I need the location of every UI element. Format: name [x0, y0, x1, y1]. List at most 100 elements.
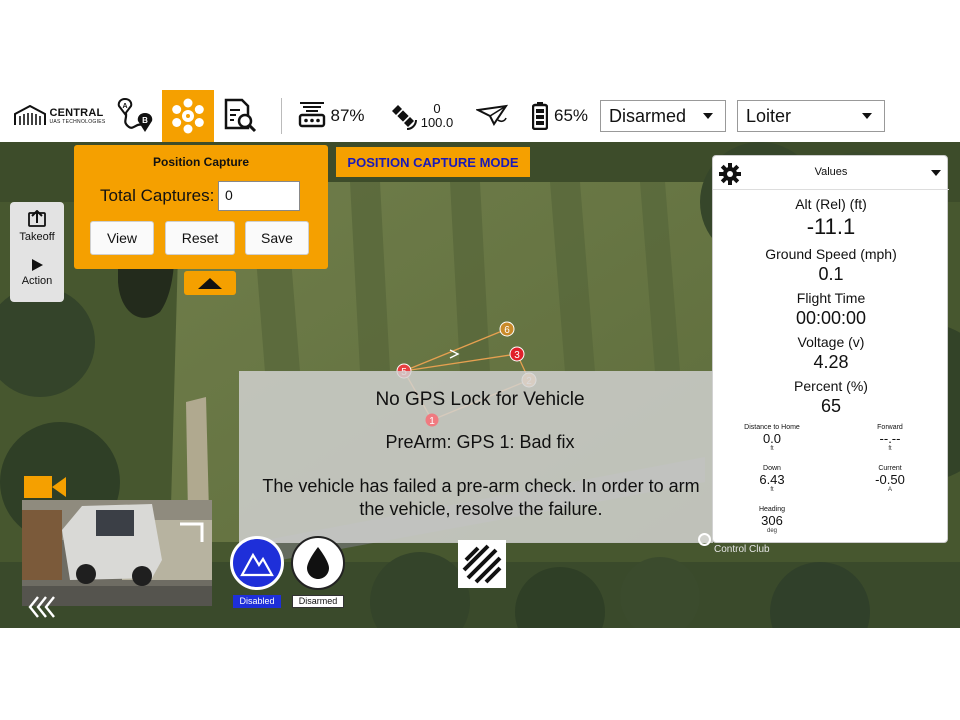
plan-route-button[interactable]: A B [112, 90, 158, 142]
gps-hdop: 100.0 [420, 115, 454, 130]
spray-status: Disarmed [292, 595, 344, 608]
mode-banner: POSITION CAPTURE MODE [336, 147, 530, 177]
logo-text: CENTRAL [49, 106, 104, 119]
heading-value: 306 [761, 513, 783, 528]
arm-state-value: Disarmed [609, 105, 687, 126]
drone-icon [172, 98, 204, 134]
total-captures-field[interactable]: 0 [218, 181, 300, 211]
map-pin-icon [698, 533, 711, 546]
down-distance: Down 6.43 ft [713, 465, 831, 494]
distance-value: 0.0 [762, 431, 782, 446]
toolbar-divider [281, 98, 282, 134]
terrain-status: Disabled [233, 595, 281, 608]
down-unit: ft [770, 487, 774, 493]
chevron-down-icon [862, 113, 872, 119]
water-drop-icon [307, 547, 329, 579]
paper-plane-icon [476, 104, 509, 126]
alt-value: -11.1 [806, 214, 856, 239]
gps-satellite-count: 0 [433, 101, 441, 116]
satellite-icon [391, 105, 417, 130]
company-logo: CENTRAL UAS TECHNOLOGIES [10, 90, 110, 142]
double-chevron-left-icon [28, 596, 55, 618]
terrain-follow-button[interactable] [230, 536, 284, 590]
top-toolbar: CENTRAL UAS TECHNOLOGIES A B 87% 0 100.0… [0, 90, 960, 142]
heading: Heading 306 deg [713, 506, 831, 535]
survey-pattern-button[interactable] [458, 540, 506, 588]
collapse-video-button[interactable] [26, 594, 58, 622]
rc-signal-indicator[interactable]: 87% [295, 90, 367, 142]
fly-tools-panel: Takeoff Action [10, 202, 64, 302]
voltage-value: 4.28 [813, 352, 849, 372]
waypoint-1[interactable]: 1 [425, 413, 439, 427]
signal-percent: 87% [330, 106, 365, 125]
gps-indicator[interactable]: 0 100.0 [384, 90, 458, 142]
battery-indicator[interactable]: 65% [527, 90, 593, 142]
message-prearm: PreArm: GPS 1: Bad fix [385, 432, 575, 452]
battery-icon [531, 102, 548, 130]
chevron-down-icon [703, 113, 713, 119]
hatch-pattern-icon [458, 540, 506, 588]
values-header[interactable]: Values [713, 156, 949, 190]
values-panel: Values Alt (Rel) (ft) -11.1 Ground Speed… [712, 155, 949, 543]
alt-label: Alt (Rel) (ft) [795, 196, 867, 212]
ground-speed-value: 0.1 [818, 264, 844, 284]
video-feed[interactable] [22, 500, 212, 606]
reset-button[interactable]: Reset [165, 221, 235, 255]
takeoff-icon [28, 209, 46, 227]
spray-button[interactable] [291, 536, 345, 590]
document-search-icon [224, 98, 257, 133]
ground-control-app: CENTRAL UAS TECHNOLOGIES A B 87% 0 100.0… [0, 90, 960, 628]
flight-mode-select[interactable]: Loiter [737, 100, 885, 132]
current: Current -0.50 A [831, 465, 949, 494]
svg-text:B: B [142, 116, 148, 125]
distance-unit: ft [770, 446, 774, 452]
logo-house-icon [14, 105, 47, 125]
takeoff-label: Takeoff [19, 231, 55, 243]
telemetry-indicator[interactable] [474, 90, 512, 142]
values-title: Values [814, 166, 848, 178]
capture-panel-title: Position Capture [152, 155, 249, 169]
view-button[interactable]: View [90, 221, 154, 255]
takeoff-button[interactable]: Takeoff [10, 209, 64, 243]
current-unit: A [887, 487, 892, 493]
flight-mode-value: Loiter [746, 105, 792, 126]
position-capture-button[interactable] [162, 90, 214, 142]
save-button[interactable]: Save [245, 221, 309, 255]
radio-signal-icon [299, 102, 326, 128]
forward-unit: ft [888, 446, 892, 452]
percent-label: Percent (%) [794, 378, 868, 394]
arm-state-select[interactable]: Disarmed [600, 100, 726, 132]
flight-time-value: 00:00:00 [795, 308, 867, 328]
message-prearm-detail: The vehicle has failed a pre-arm check. … [262, 476, 700, 519]
prearm-message[interactable]: No GPS Lock for Vehicle PreArm: GPS 1: B… [239, 371, 713, 543]
chevron-up-icon [198, 277, 222, 289]
total-captures-label: Total Captures: [100, 186, 215, 205]
message-gps-lock: No GPS Lock for Vehicle [375, 389, 585, 410]
position-capture-panel: Position Capture Total Captures: 0 View … [74, 145, 328, 269]
route-ab-icon: A B [117, 97, 153, 132]
action-button[interactable]: Action [10, 258, 64, 287]
video-frame [22, 500, 212, 606]
forward-distance: Forward --.-- ft [831, 424, 949, 453]
down-value: 6.43 [759, 472, 785, 487]
action-label: Action [21, 275, 53, 287]
distance-to-home: Distance to Home 0.0 ft [713, 424, 831, 453]
svg-text:A: A [122, 103, 127, 110]
waypoint-1-label: 1 [429, 416, 435, 427]
percent-value: 65 [820, 396, 842, 416]
analyze-button[interactable] [218, 90, 262, 142]
video-camera-icon[interactable] [24, 474, 66, 500]
chevron-down-icon[interactable] [931, 170, 941, 176]
collapse-panel-button[interactable] [184, 271, 236, 295]
map-poi-label: Control Club [714, 544, 770, 555]
heading-unit: deg [766, 528, 777, 534]
ground-speed-label: Ground Speed (mph) [765, 246, 897, 262]
play-icon [32, 259, 43, 271]
forward-value: --.-- [879, 431, 901, 446]
battery-percent: 65% [553, 106, 589, 125]
current-value: -0.50 [875, 472, 905, 487]
mountain-icon [240, 552, 274, 577]
flight-time-label: Flight Time [796, 290, 866, 306]
logo-subtext: UAS TECHNOLOGIES [49, 118, 106, 125]
voltage-label: Voltage (v) [797, 334, 865, 350]
